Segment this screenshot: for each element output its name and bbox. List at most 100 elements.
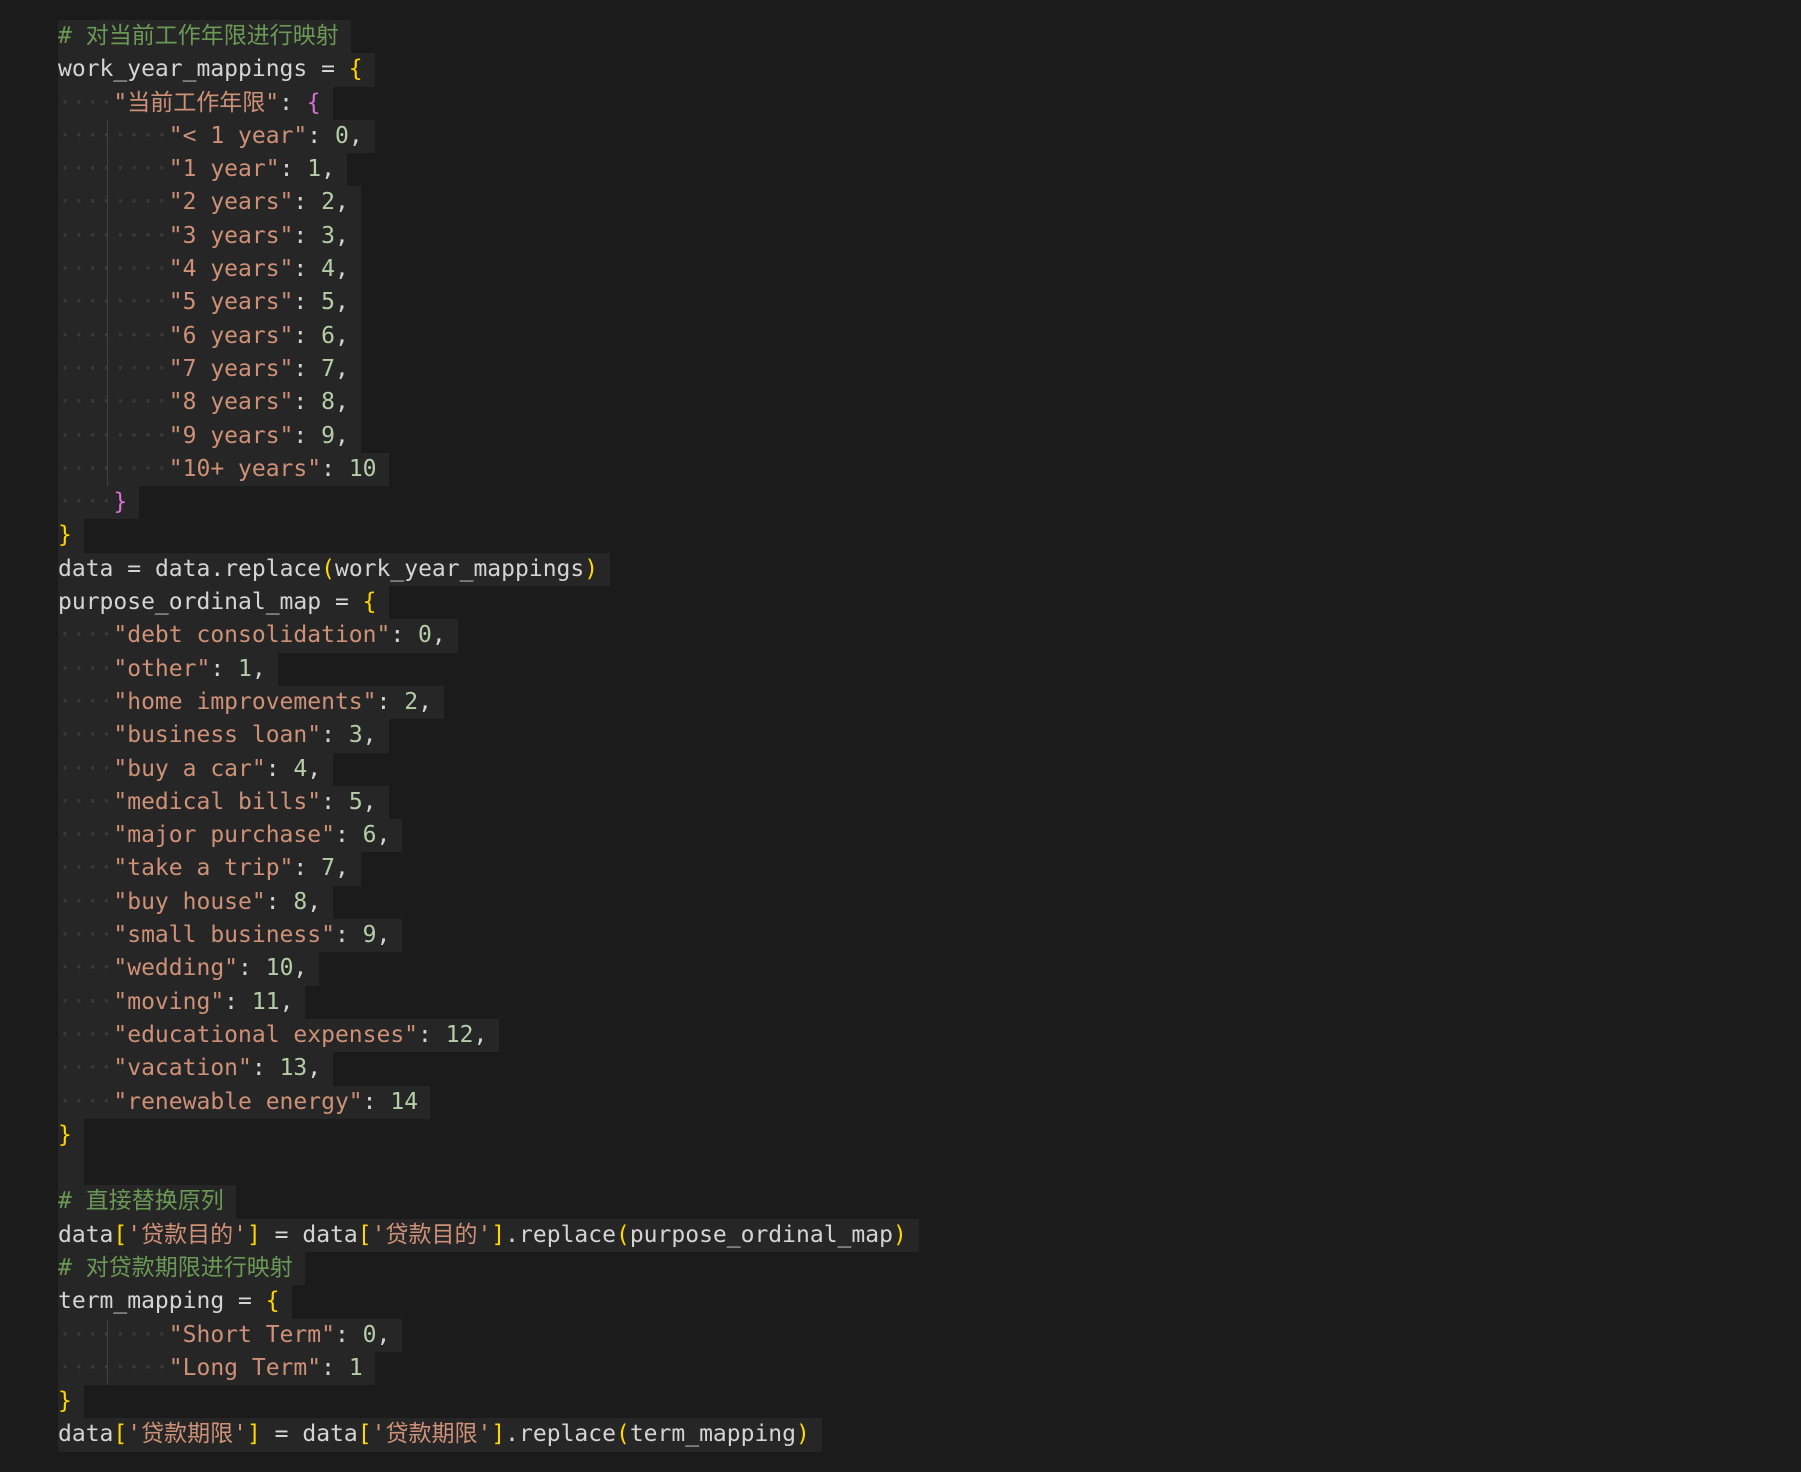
code-line[interactable]: # 直接替换原列 <box>58 1185 919 1219</box>
code-token: "8 years" <box>168 389 294 416</box>
indent-whitespace: ···· <box>58 788 114 815</box>
code-token: work_year_mappings <box>334 555 585 582</box>
code-token: , <box>376 822 391 849</box>
code-token: 14 <box>390 1088 419 1115</box>
code-token: "5 years" <box>168 289 294 316</box>
code-token: : <box>362 1088 391 1115</box>
code-token: ] <box>246 1221 261 1248</box>
indent-whitespace: ···· <box>58 1354 114 1381</box>
code-line-content: # 直接替换原列 <box>58 1185 236 1219</box>
code-line[interactable]: ····"medical bills": 5, <box>58 785 919 820</box>
code-line[interactable]: ····"home improvements": 2, <box>58 685 919 720</box>
code-token: : <box>251 1055 280 1082</box>
code-line-content: ········"Short Term": 0, <box>58 1318 403 1352</box>
code-line-content: ····"当前工作年限": { <box>58 86 333 120</box>
code-line[interactable]: ····"当前工作年限": { <box>58 86 919 120</box>
code-line[interactable]: ········"4 years": 4, <box>58 253 919 287</box>
code-line-content: ····"educational expenses": 12, <box>58 1018 500 1053</box>
code-token: : <box>307 122 335 149</box>
code-line[interactable]: ····} <box>58 486 919 520</box>
code-line[interactable]: ········"1 year": 1, <box>58 153 919 187</box>
code-token: ( <box>615 1221 630 1248</box>
indent-whitespace: ···· <box>58 1321 114 1348</box>
code-line[interactable]: # 对当前工作年限进行映射 <box>58 20 919 54</box>
code-token: : <box>390 622 419 649</box>
code-line[interactable]: ········"9 years": 9, <box>58 419 919 453</box>
indent-guide <box>107 253 109 287</box>
code-area[interactable]: # 对当前工作年限进行映射 work_year_mappings = {····"… <box>58 20 919 1452</box>
code-line[interactable]: # 对贷款期限进行映射 <box>58 1251 919 1286</box>
code-line[interactable]: purpose_ordinal_map = { <box>58 586 919 620</box>
code-line[interactable]: term_mapping = { <box>58 1285 919 1319</box>
code-token: "moving" <box>113 988 225 1015</box>
code-token: purpose_ordinal_map <box>629 1221 893 1248</box>
code-line[interactable]: ····"renewable energy": 14 <box>58 1085 919 1119</box>
code-line[interactable]: ····"buy a car": 4, <box>58 752 919 786</box>
code-token: data <box>302 1221 358 1248</box>
indent-guide <box>107 119 109 154</box>
code-line[interactable]: data['贷款目的'] = data['贷款目的'].replace(purp… <box>58 1218 919 1252</box>
code-token: : <box>321 788 349 815</box>
code-line[interactable]: ····"buy house": 8, <box>58 885 919 920</box>
code-token: , <box>334 189 349 216</box>
code-line[interactable]: ········"Long Term": 1 <box>58 1351 919 1386</box>
code-line[interactable]: ····"other": 1, <box>58 652 919 686</box>
code-token: "< 1 year" <box>168 122 308 149</box>
code-line[interactable]: ····"wedding": 10, <box>58 952 919 986</box>
indent-whitespace: ···· <box>113 222 169 249</box>
code-token: '贷款目的' <box>127 1221 247 1248</box>
indent-whitespace: ···· <box>58 389 114 416</box>
code-line[interactable]: ········"< 1 year": 0, <box>58 119 919 154</box>
code-token: = <box>224 1288 266 1315</box>
code-token: 8 <box>321 389 335 416</box>
code-line[interactable]: ········"10+ years": 10 <box>58 452 919 487</box>
code-line-content: ········"< 1 year": 0, <box>58 119 375 154</box>
code-token: , <box>334 422 349 449</box>
code-line[interactable] <box>58 1152 919 1186</box>
code-token: : <box>418 1021 446 1048</box>
indent-whitespace: ···· <box>58 122 114 149</box>
code-token: "educational expenses" <box>113 1021 419 1048</box>
code-line-content: ····} <box>58 486 140 520</box>
code-line[interactable]: ····"educational expenses": 12, <box>58 1018 919 1053</box>
code-line[interactable]: ····"major purchase": 6, <box>58 819 919 853</box>
indent-whitespace: ···· <box>58 489 114 516</box>
code-line[interactable]: ········"8 years": 8, <box>58 386 919 420</box>
code-token: { <box>265 1288 280 1315</box>
code-line[interactable]: ········"6 years": 6, <box>58 319 919 353</box>
code-editor[interactable]: # 对当前工作年限进行映射 work_year_mappings = {····"… <box>0 0 1801 1472</box>
indent-guide <box>107 1318 109 1352</box>
code-token: data <box>302 1421 358 1448</box>
code-line[interactable]: } <box>58 1118 919 1153</box>
code-line[interactable]: ····"business loan": 3, <box>58 719 919 753</box>
indent-whitespace: ···· <box>113 355 169 382</box>
code-line[interactable]: ····"small business": 9, <box>58 919 919 953</box>
code-line[interactable]: } <box>58 519 919 553</box>
indent-whitespace: ···· <box>58 222 114 249</box>
code-line[interactable]: ····"debt consolidation": 0, <box>58 619 919 653</box>
code-line[interactable]: ········"2 years": 2, <box>58 186 919 220</box>
code-line[interactable]: data['贷款期限'] = data['贷款期限'].replace(term… <box>58 1418 919 1452</box>
code-token: : <box>293 322 322 349</box>
code-line[interactable]: ····"vacation": 13, <box>58 1052 919 1086</box>
code-token: "7 years" <box>168 355 294 382</box>
indent-whitespace: ···· <box>113 1321 169 1348</box>
code-line[interactable]: ········"3 years": 3, <box>58 219 919 254</box>
code-line[interactable]: ········"Short Term": 0, <box>58 1318 919 1352</box>
code-token: , <box>362 722 377 749</box>
code-token: "当前工作年限" <box>113 89 280 116</box>
indent-whitespace: ···· <box>58 1088 114 1115</box>
code-token: : <box>334 822 363 849</box>
code-line[interactable]: ········"5 years": 5, <box>58 286 919 320</box>
code-line[interactable]: ····"moving": 11, <box>58 985 919 1019</box>
code-line[interactable]: } <box>58 1385 919 1419</box>
code-token: purpose_ordinal_map <box>58 589 322 616</box>
code-line[interactable]: data = data.replace(work_year_mappings) <box>58 552 919 587</box>
indent-whitespace: ···· <box>58 655 114 682</box>
code-line[interactable]: ········"7 years": 7, <box>58 352 919 387</box>
code-line[interactable]: ····"take a trip": 7, <box>58 852 919 886</box>
code-line[interactable]: work_year_mappings = { <box>58 53 919 87</box>
code-token: 4 <box>321 256 335 283</box>
code-token: data <box>58 1221 114 1248</box>
code-token: 5 <box>321 289 335 316</box>
